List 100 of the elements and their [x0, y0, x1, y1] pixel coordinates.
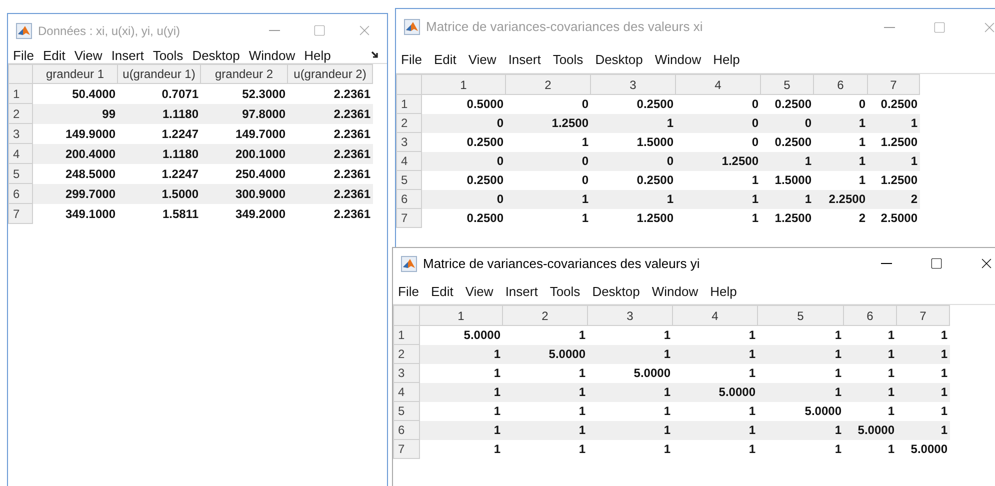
menu-item[interactable]: Window [248, 48, 296, 62]
menu-item[interactable]: Insert [111, 48, 144, 62]
row-header[interactable]: 6 [394, 420, 420, 440]
menu-item[interactable]: Desktop [595, 52, 643, 66]
row-header[interactable]: 3 [394, 364, 420, 382]
row-header[interactable]: 2 [396, 114, 422, 132]
row-header[interactable]: 4 [396, 152, 422, 170]
minimize-icon [884, 26, 894, 28]
column-header[interactable]: 7 [868, 74, 920, 94]
menu-item[interactable]: File [13, 48, 34, 62]
table-cell: 1 [868, 152, 920, 170]
table-cell: 0 [590, 152, 676, 170]
table-cell: 0 [506, 94, 590, 114]
column-header[interactable]: grandeur 1 [32, 64, 118, 84]
row-header[interactable]: 4 [8, 144, 32, 164]
minimize-icon [269, 30, 280, 31]
menu-item[interactable]: Edit [430, 285, 454, 298]
table-cell: 149.7000 [200, 124, 288, 144]
table-cell: 1 [868, 114, 920, 132]
table-cell: 1.2500 [868, 132, 920, 152]
row-header[interactable]: 2 [8, 104, 32, 124]
table-cell: 2.2361 [288, 84, 372, 104]
menu-item[interactable]: Desktop [192, 48, 240, 62]
column-header[interactable]: 4 [676, 74, 760, 94]
column-header[interactable]: 7 [896, 306, 950, 326]
menu-item[interactable]: Tools [552, 52, 584, 66]
column-header[interactable]: 5 [760, 74, 814, 94]
menu-item[interactable]: Help [304, 48, 331, 62]
row-header[interactable]: 5 [396, 170, 422, 190]
column-header[interactable]: 2 [502, 306, 588, 326]
column-header[interactable]: 5 [758, 306, 844, 326]
row-header[interactable]: 7 [8, 204, 32, 224]
row-header[interactable]: 7 [396, 208, 422, 228]
table-cell: 0 [506, 170, 590, 190]
column-header[interactable]: 3 [590, 74, 676, 94]
column-header[interactable]: 6 [844, 306, 896, 326]
table-cell: 1 [896, 344, 950, 364]
table-cell: 1.2247 [118, 164, 200, 184]
table-cell: 1 [814, 132, 868, 152]
row-header[interactable]: 3 [8, 124, 32, 144]
table-cell: 2 [868, 190, 920, 208]
menu-item[interactable]: Tools [152, 48, 184, 62]
table-cell: 1.5811 [118, 204, 200, 224]
row-header[interactable]: 5 [8, 164, 32, 184]
overflow-arrow-icon[interactable] [371, 51, 379, 59]
table-cell: 1 [502, 402, 588, 420]
table-cell: 5.0000 [588, 364, 672, 382]
column-header[interactable]: 2 [506, 74, 590, 94]
menu-item[interactable]: Insert [508, 52, 541, 66]
menu-item[interactable]: View [74, 48, 102, 62]
table-cell: 5.0000 [502, 344, 588, 364]
menu-item[interactable]: Insert [505, 285, 538, 298]
table-cell: 1 [758, 344, 844, 364]
column-header[interactable]: grandeur 2 [200, 64, 288, 84]
row-header[interactable]: 1 [394, 326, 420, 344]
menu-item[interactable]: Edit [42, 48, 66, 62]
column-header[interactable]: 4 [672, 306, 758, 326]
column-header[interactable]: 1 [420, 306, 502, 326]
table-cell: 1 [814, 170, 868, 190]
maximize-icon [930, 257, 942, 270]
table-cell: 2.5000 [868, 208, 920, 228]
table-cell: 1.2500 [868, 170, 920, 190]
menu-item[interactable]: Desktop [592, 285, 640, 298]
menu-item[interactable]: View [468, 52, 496, 66]
row-header[interactable]: 5 [394, 402, 420, 420]
menu-item[interactable]: View [465, 285, 494, 298]
row-header[interactable]: 6 [8, 184, 32, 204]
row-header[interactable]: 1 [396, 94, 422, 114]
menu-item[interactable]: Help [713, 52, 740, 66]
menu-item[interactable]: File [398, 285, 419, 298]
table-cell: 300.9000 [200, 184, 288, 204]
table-cell: 0 [760, 114, 814, 132]
column-header[interactable]: 1 [422, 74, 506, 94]
table-cell: 2.2361 [288, 164, 372, 184]
column-header[interactable]: 6 [814, 74, 868, 94]
menu-item[interactable]: Help [710, 285, 737, 298]
table-cell: 1 [896, 326, 950, 344]
table-cell: 0 [814, 94, 868, 114]
row-header[interactable]: 3 [396, 132, 422, 152]
table-cell: 99 [32, 104, 118, 124]
table-cell: 0.2500 [422, 208, 506, 228]
table-cell: 349.2000 [200, 204, 288, 224]
row-header[interactable]: 2 [394, 344, 420, 364]
table-cell: 5.0000 [420, 326, 502, 344]
column-header[interactable]: u(grandeur 2) [288, 64, 372, 84]
menu-item[interactable]: Window [652, 285, 698, 298]
menu-item[interactable]: Tools [550, 285, 580, 298]
table-cell: 5.0000 [672, 382, 758, 402]
menu-item[interactable]: Window [654, 52, 702, 66]
table-cell: 1 [672, 344, 758, 364]
row-header[interactable]: 7 [394, 440, 420, 458]
row-header[interactable]: 6 [396, 190, 422, 208]
menu-item[interactable]: Edit [434, 52, 456, 66]
table-cell: 200.4000 [32, 144, 118, 164]
column-header[interactable]: u(grandeur 1) [118, 64, 200, 84]
row-header[interactable]: 1 [8, 84, 32, 104]
menu-item[interactable]: File [401, 52, 422, 66]
row-header[interactable]: 4 [394, 382, 420, 402]
column-header[interactable]: 3 [588, 306, 672, 326]
table-cell: 2.2361 [288, 184, 372, 204]
